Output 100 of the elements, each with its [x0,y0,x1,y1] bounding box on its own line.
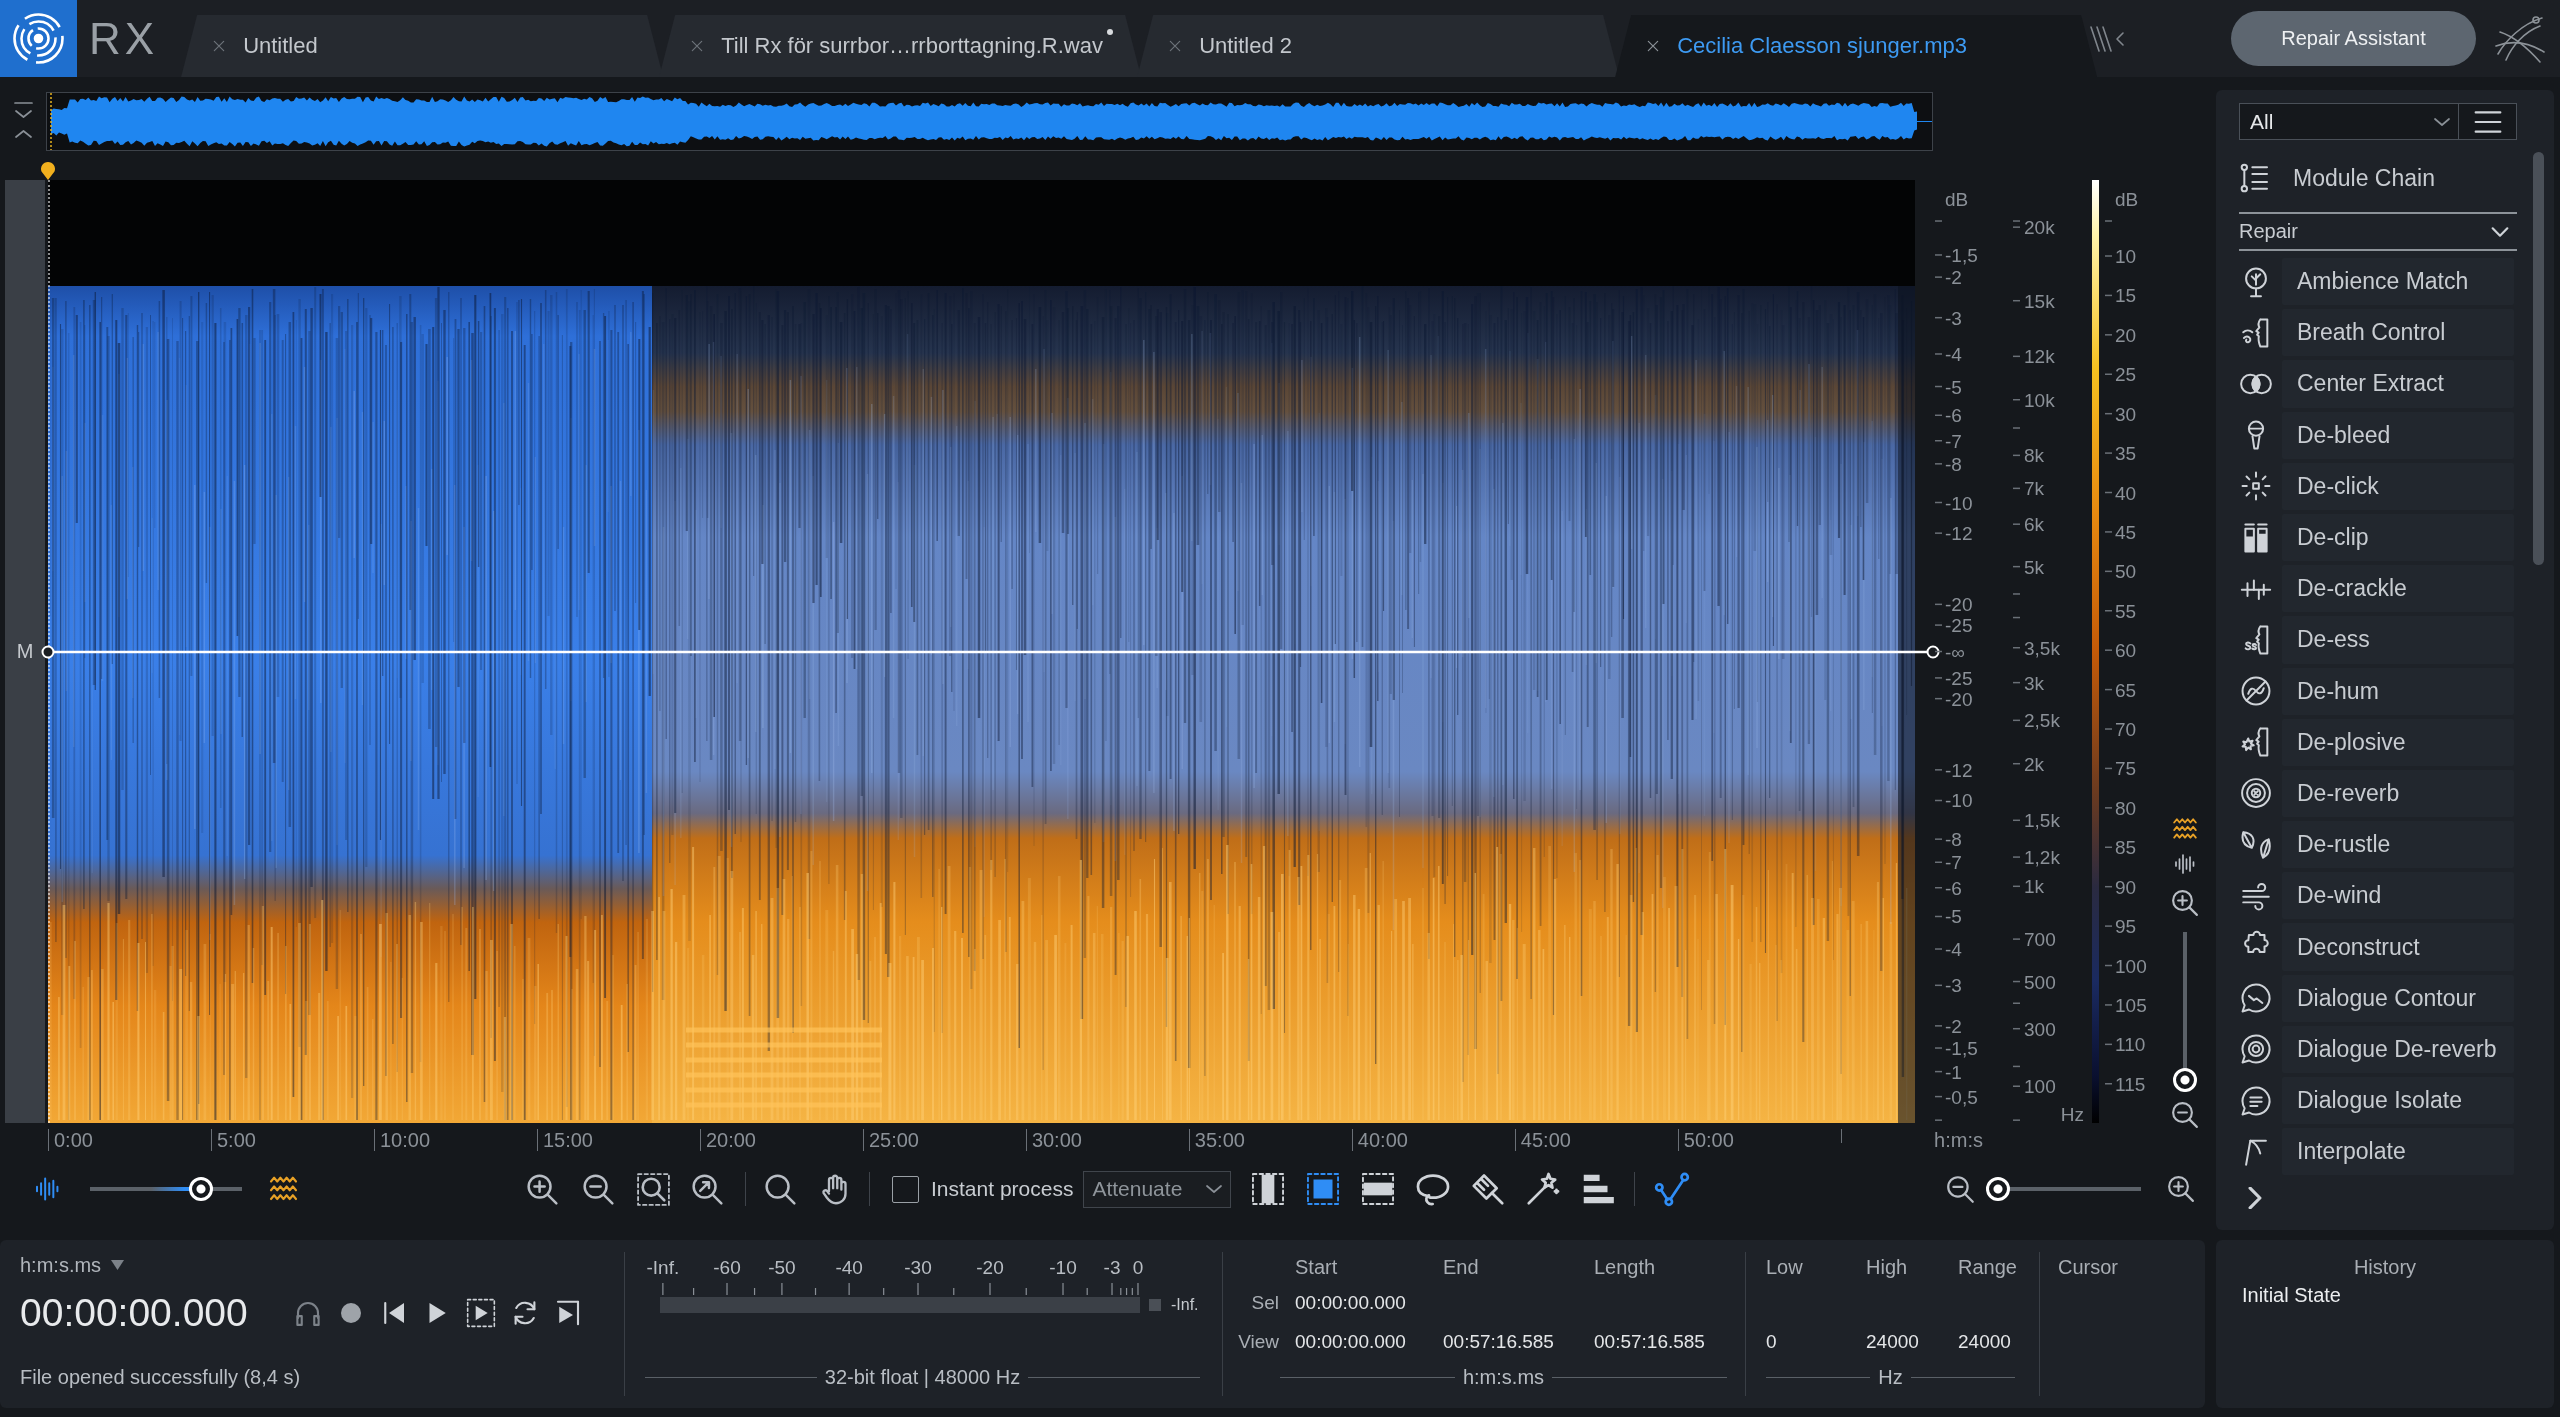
time-label: 45:00 [1514,1129,1571,1151]
module-filter-dropdown[interactable]: All [2239,103,2459,140]
module-item[interactable]: Dialogue Contour [2282,974,2514,1022]
spectrogram[interactable] [48,180,1915,1123]
column-header: Low [1766,1255,1804,1279]
meter-scale-label: -10 [1049,1257,1077,1279]
time-value[interactable]: 00:57:16.585 [1594,1331,1705,1353]
time-display: 00:00:00.000 [20,1290,248,1336]
meter-scale-label: -50 [768,1257,796,1279]
module-item[interactable]: Interpolate [2282,1128,2514,1176]
meter-scale-label: -30 [904,1257,932,1279]
scale-label: -12 [1945,523,1973,543]
module-item[interactable]: De-click [2282,462,2514,510]
scale-label: -7 [1945,431,1962,451]
zoom-out-icon[interactable] [1945,1173,1976,1205]
play-dashed-box-icon[interactable] [464,1297,497,1329]
meter-scale-label: -40 [835,1257,863,1279]
time-label: 5:00 [210,1129,256,1151]
scale-label: 85 [2115,837,2137,857]
time-label: 35:00 [1188,1129,1245,1151]
scale-label: 50 [2115,561,2137,581]
scale-label: 40 [2115,483,2137,502]
frequency-value[interactable]: 0 [1766,1331,1777,1353]
time-label: 40:00 [1351,1129,1408,1151]
scale-label: 20 [2115,325,2137,345]
chevron-down-icon [1206,1183,1223,1195]
connected-points-icon[interactable] [1653,1170,1692,1208]
scale-label: 1,5k [2024,810,2060,830]
zoom-in-icon[interactable] [2166,1174,2196,1204]
scale-label: -7 [1945,852,1962,872]
history-item[interactable]: Initial State [2242,1284,2341,1306]
slider-thumb[interactable] [2173,1068,2197,1092]
waveform-overview[interactable] [46,92,1933,151]
module-item[interactable]: Breath Control [2282,309,2514,357]
time-value[interactable]: 00:00:00.000 [1295,1292,1406,1314]
scale-label: 6k [2024,514,2045,534]
scale-label: 5k [2024,557,2045,577]
frequency-value[interactable]: 24000 [1866,1331,1919,1353]
scale-unit: dB [1945,189,1969,209]
square-indicator [1149,1299,1161,1311]
magnifier-dashed-box-icon[interactable] [635,1170,672,1208]
module-item[interactable]: De-rustle [2282,821,2514,869]
channel-center-line[interactable] [41,644,1940,659]
module-item[interactable]: De-ess [2282,616,2514,664]
pin-icon[interactable] [39,160,57,180]
module-item[interactable]: Ambience Match [2282,258,2514,306]
scale-label: -6 [1945,878,1962,898]
zoom-out-icon[interactable] [2170,1100,2200,1130]
module-item[interactable]: De-clip [2282,513,2514,562]
zoom-in-icon[interactable] [2170,888,2200,918]
magnifier-arrow-icon[interactable] [690,1171,725,1207]
scale-unit: dB [2115,189,2139,209]
meter-scale-label: -60 [713,1257,741,1279]
scale-label: -20 [1945,594,1973,614]
meter-scale-label: 0 [1132,1257,1144,1279]
slider-thumb[interactable] [1986,1177,2010,1201]
module-item[interactable]: De-hum [2282,667,2514,715]
zoom-out-icon[interactable] [581,1171,616,1207]
module-item[interactable]: Center Extract [2282,360,2514,408]
zigzag-lines-icon[interactable] [2170,816,2200,842]
row-label: Sel [1251,1292,1280,1314]
row-label: View [1238,1331,1280,1353]
menu-icon [2472,110,2503,133]
time-format-dropdown[interactable]: h:m:s.ms [20,1254,125,1276]
module-item[interactable]: De-reverb [2282,769,2514,818]
instant-process-checkbox[interactable] [892,1175,919,1203]
category-header[interactable]: Repair [2239,214,2517,251]
process-mode-dropdown[interactable]: Attenuate [1083,1170,1232,1208]
chevron-down-icon [2434,115,2450,128]
scrollbar[interactable] [2533,152,2544,565]
module-item[interactable]: Dialogue Isolate [2282,1077,2514,1125]
module-item[interactable]: Deconstruct [2282,923,2514,971]
time-value[interactable]: 00:00:00.000 [1295,1331,1406,1353]
zoom-in-icon[interactable] [525,1171,560,1207]
scale-label: 105 [2115,995,2147,1015]
scale-label: -∞ [1945,642,1965,661]
chevron-right-icon[interactable] [2248,1187,2262,1210]
repair-assistant-button[interactable]: Repair Assistant [2231,11,2476,66]
file-tab[interactable]: Cecilia Claesson sjunger.mp3 [1615,15,2098,77]
module-chain-item[interactable]: Module Chain [2239,160,2435,196]
time-value[interactable]: 00:57:16.585 [1443,1331,1554,1353]
scale-label: 12k [2024,346,2055,366]
scale-label: 1,2k [2024,847,2060,867]
module-item[interactable]: De-wind [2282,872,2514,920]
scale-label: -8 [1945,829,1962,849]
unit-label: h:m:s.ms [1462,1366,1545,1388]
module-item[interactable]: De-plosive [2282,718,2514,766]
scale-label: 35 [2115,443,2137,463]
module-item[interactable]: De-bleed [2282,411,2514,459]
magnifier-icon[interactable] [763,1171,798,1207]
scale-label: 80 [2115,798,2137,818]
chevrons-icon[interactable] [12,100,35,140]
menu-button[interactable] [2459,103,2517,140]
slider-thumb[interactable] [188,1177,213,1201]
module-item[interactable]: De-crackle [2282,565,2514,613]
meter-scale-label: -Inf. [646,1257,680,1279]
instant-process-label[interactable]: Instant process [931,1177,1074,1201]
module-item[interactable]: Dialogue De-reverb [2282,1025,2514,1073]
frequency-value[interactable]: 24000 [1958,1331,2011,1353]
scale-label: 500 [2024,972,2056,992]
